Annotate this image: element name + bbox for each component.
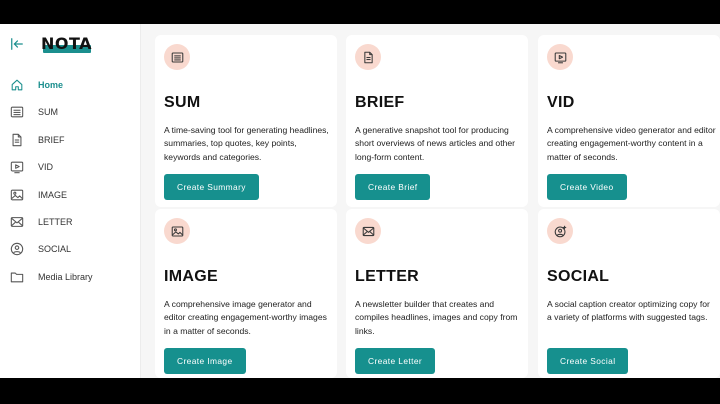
sidebar-nav: Home SUM BRIEF VID IMAGE LETTER SOCIAL M…: [0, 71, 140, 290]
card-letter: LETTER A newsletter builder that creates…: [346, 209, 528, 378]
home-icon: [11, 79, 23, 91]
create-video-button[interactable]: Create Video: [547, 174, 627, 200]
card-icon-badge: [164, 44, 190, 70]
app-screen: NOTA Home SUM BRIEF VID IMAGE LETTER SOC…: [0, 24, 720, 378]
sidebar-item-social[interactable]: SOCIAL: [0, 235, 140, 262]
sidebar-item-sum[interactable]: SUM: [0, 98, 140, 125]
create-image-button[interactable]: Create Image: [164, 348, 246, 374]
create-letter-button[interactable]: Create Letter: [355, 348, 436, 374]
sidebar-item-label: LETTER: [38, 216, 73, 227]
card-title: LETTER: [355, 268, 420, 285]
sidebar-item-home[interactable]: Home: [0, 71, 140, 98]
user-circle-icon: [10, 243, 24, 256]
envelope-icon: [362, 226, 374, 236]
sidebar-item-brief[interactable]: BRIEF: [0, 126, 140, 153]
card-icon-badge: [547, 44, 573, 70]
card-social: SOCIAL A social caption creator optimizi…: [538, 209, 720, 378]
card-icon-badge: [355, 218, 381, 244]
create-social-button[interactable]: Create Social: [547, 348, 629, 374]
card-title: IMAGE: [164, 268, 218, 285]
card-icon-badge: [547, 218, 573, 244]
sidebar-item-label: IMAGE: [38, 189, 68, 200]
card-description: A newsletter builder that creates and co…: [355, 299, 518, 336]
sidebar-item-image[interactable]: IMAGE: [0, 181, 140, 208]
card-sum: SUM A time-saving tool for generating he…: [155, 35, 337, 207]
card-title: SUM: [164, 94, 201, 111]
sidebar-item-letter[interactable]: LETTER: [0, 208, 140, 235]
card-description: A social caption creator optimizing copy…: [547, 299, 710, 323]
collapse-sidebar-icon[interactable]: [10, 37, 24, 51]
sidebar-item-label: SUM: [38, 107, 58, 118]
card-brief: BRIEF A generative snapshot tool for pro…: [346, 35, 528, 207]
document-icon: [12, 133, 22, 146]
image-icon: [10, 189, 24, 200]
card-title: VID: [547, 94, 575, 111]
sidebar-item-label: SOCIAL: [38, 244, 72, 255]
folder-icon: [10, 272, 24, 283]
envelope-icon: [10, 217, 24, 227]
list-icon: [10, 107, 24, 118]
card-image: IMAGE A comprehensive image generator an…: [155, 209, 337, 378]
card-icon-badge: [164, 218, 190, 244]
card-description: A generative snapshot tool for producing…: [355, 125, 516, 162]
document-icon: [363, 51, 373, 63]
card-description: A comprehensive video generator and edit…: [547, 125, 716, 162]
logo[interactable]: NOTA: [41, 34, 93, 56]
list-icon: [171, 52, 183, 62]
image-icon: [171, 226, 183, 236]
main-content: SUM A time-saving tool for generating he…: [141, 24, 720, 378]
video-icon: [10, 161, 24, 174]
sidebar-item-media-library[interactable]: Media Library: [0, 263, 140, 290]
sidebar: NOTA Home SUM BRIEF VID IMAGE LETTER SOC…: [0, 24, 141, 378]
card-vid: VID A comprehensive video generator and …: [538, 35, 720, 207]
user-plus-icon: [554, 225, 566, 237]
sidebar-item-label: Media Library: [38, 271, 93, 282]
card-icon-badge: [355, 44, 381, 70]
sidebar-item-vid[interactable]: VID: [0, 153, 140, 180]
card-description: A comprehensive image generator and edit…: [164, 299, 327, 336]
create-brief-button[interactable]: Create Brief: [355, 174, 431, 200]
card-description: A time-saving tool for generating headli…: [164, 125, 329, 162]
sidebar-item-label: VID: [38, 162, 54, 173]
card-title: SOCIAL: [547, 268, 610, 285]
video-icon: [554, 52, 566, 63]
logo-text: NOTA: [41, 34, 93, 53]
sidebar-item-label: Home: [38, 80, 64, 90]
sidebar-item-label: BRIEF: [38, 134, 65, 145]
create-summary-button[interactable]: Create Summary: [164, 174, 259, 200]
card-title: BRIEF: [355, 94, 405, 111]
